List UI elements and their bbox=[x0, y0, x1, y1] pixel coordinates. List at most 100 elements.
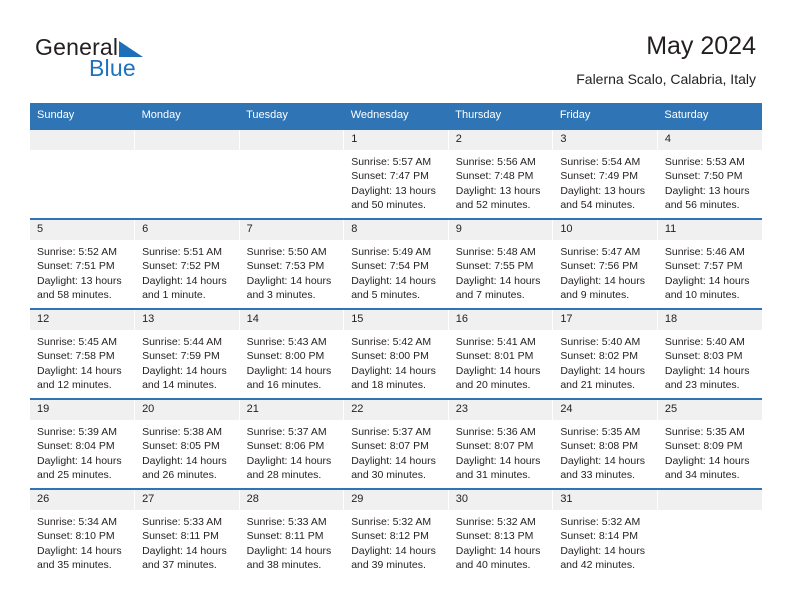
day-number: 1 bbox=[344, 130, 448, 150]
calendar-day-cell-empty bbox=[239, 128, 345, 219]
calendar-day-cell[interactable]: 18 Sunrise: 5:40 AM Sunset: 8:03 PM Dayligh… bbox=[657, 308, 762, 399]
day-number: 30 bbox=[448, 490, 553, 510]
daylight-duration-line1: Daylight: 14 hours bbox=[351, 274, 436, 287]
calendar-day-cell[interactable]: 1 Sunrise: 5:57 AM Sunset: 7:47 PM Daylight… bbox=[343, 128, 449, 219]
calendar-day-cell[interactable]: 16 Sunrise: 5:41 AM Sunset: 8:01 PM Dayligh… bbox=[448, 308, 554, 399]
daylight-duration-line1: Daylight: 14 hours bbox=[560, 454, 645, 467]
sunset-time: Sunset: 8:03 PM bbox=[664, 350, 743, 363]
sunrise-time: Sunrise: 5:48 AM bbox=[455, 246, 536, 258]
calendar-day-cell[interactable]: 25 Sunrise: 5:35 AM Sunset: 8:09 PM Dayligh… bbox=[657, 398, 762, 489]
daylight-duration-line1: Daylight: 14 hours bbox=[664, 364, 750, 377]
day-details: Sunrise: 5:38 AM Sunset: 8:05 PM Daylight:… bbox=[135, 420, 239, 482]
day-number: 26 bbox=[30, 490, 135, 510]
sunrise-time: Sunrise: 5:41 AM bbox=[455, 336, 536, 348]
daylight-duration-line1: Daylight: 14 hours bbox=[455, 544, 541, 557]
logo-text-blue: Blue bbox=[89, 55, 136, 81]
daylight-duration-line2: and 12 minutes. bbox=[37, 378, 112, 391]
daylight-duration-line1: Daylight: 13 hours bbox=[455, 184, 541, 197]
calendar-day-cell-empty bbox=[30, 128, 136, 219]
weekday-header-friday: Friday bbox=[552, 103, 658, 129]
calendar-day-cell[interactable]: 12 Sunrise: 5:45 AM Sunset: 7:58 PM Dayligh… bbox=[30, 308, 136, 399]
sunrise-time: Sunrise: 5:32 AM bbox=[455, 516, 536, 528]
weekday-header-tuesday: Tuesday bbox=[239, 103, 344, 129]
sunrise-time: Sunrise: 5:40 AM bbox=[560, 336, 641, 348]
sunrise-time: Sunrise: 5:33 AM bbox=[246, 516, 327, 528]
title-block: May 2024 Falerna Scalo, Calabria, Italy bbox=[576, 32, 756, 87]
daylight-duration-line1: Daylight: 14 hours bbox=[455, 274, 541, 287]
daylight-duration-line2: and 38 minutes. bbox=[246, 558, 322, 571]
calendar-week-row: 5 Sunrise: 5:52 AM Sunset: 7:51 PM Daylight… bbox=[30, 218, 762, 309]
calendar-week-row: 19 Sunrise: 5:39 AM Sunset: 8:04 PM Dayligh… bbox=[30, 398, 762, 489]
calendar-day-cell[interactable]: 17 Sunrise: 5:40 AM Sunset: 8:02 PM Dayligh… bbox=[552, 308, 658, 399]
calendar-day-cell[interactable]: 19 Sunrise: 5:39 AM Sunset: 8:04 PM Dayligh… bbox=[30, 398, 136, 489]
calendar-week-row: 12 Sunrise: 5:45 AM Sunset: 7:58 PM Dayligh… bbox=[30, 308, 762, 399]
day-number: 8 bbox=[344, 220, 448, 240]
day-number: 10 bbox=[553, 220, 657, 240]
general-blue-logo[interactable]: General Blue bbox=[35, 36, 235, 86]
daylight-duration-line2: and 14 minutes. bbox=[142, 378, 217, 391]
calendar-day-cell[interactable]: 26 Sunrise: 5:34 AM Sunset: 8:10 PM Dayligh… bbox=[30, 488, 136, 578]
daylight-duration-line1: Daylight: 14 hours bbox=[560, 364, 645, 377]
calendar-day-cell[interactable]: 15 Sunrise: 5:42 AM Sunset: 8:00 PM Dayligh… bbox=[343, 308, 449, 399]
calendar-day-cell[interactable]: 22 Sunrise: 5:37 AM Sunset: 8:07 PM Dayligh… bbox=[343, 398, 449, 489]
sunset-time: Sunset: 8:05 PM bbox=[142, 440, 220, 453]
sunrise-time: Sunrise: 5:32 AM bbox=[351, 516, 432, 528]
calendar-day-cell[interactable]: 24 Sunrise: 5:35 AM Sunset: 8:08 PM Dayligh… bbox=[552, 398, 658, 489]
calendar-body: 1 Sunrise: 5:57 AM Sunset: 7:47 PM Daylight… bbox=[30, 128, 762, 578]
calendar-day-cell[interactable]: 14 Sunrise: 5:43 AM Sunset: 8:00 PM Dayligh… bbox=[239, 308, 345, 399]
calendar-day-cell-empty bbox=[657, 488, 762, 578]
sunset-time: Sunset: 7:47 PM bbox=[351, 170, 429, 183]
sunset-time: Sunset: 8:09 PM bbox=[664, 440, 743, 453]
calendar-day-cell[interactable]: 21 Sunrise: 5:37 AM Sunset: 8:06 PM Dayligh… bbox=[239, 398, 345, 489]
day-details: Sunrise: 5:39 AM Sunset: 8:04 PM Daylight:… bbox=[30, 420, 134, 482]
day-number: 7 bbox=[239, 220, 344, 240]
day-details: Sunrise: 5:42 AM Sunset: 8:00 PM Daylight:… bbox=[344, 330, 448, 392]
daylight-duration-line1: Daylight: 14 hours bbox=[351, 544, 436, 557]
calendar-day-cell[interactable]: 3 Sunrise: 5:54 AM Sunset: 7:49 PM Daylight… bbox=[552, 128, 658, 219]
calendar-day-cell[interactable]: 28 Sunrise: 5:33 AM Sunset: 8:11 PM Dayligh… bbox=[239, 488, 345, 578]
weekday-header-wednesday: Wednesday bbox=[343, 103, 449, 129]
calendar-week-row: 1 Sunrise: 5:57 AM Sunset: 7:47 PM Daylight… bbox=[30, 128, 762, 219]
weekday-header-monday: Monday bbox=[134, 103, 240, 129]
calendar-day-cell[interactable]: 6 Sunrise: 5:51 AM Sunset: 7:52 PM Daylight… bbox=[134, 218, 240, 309]
weekday-header-saturday: Saturday bbox=[657, 103, 762, 129]
day-details: Sunrise: 5:35 AM Sunset: 8:09 PM Daylight:… bbox=[658, 420, 762, 482]
daylight-duration-line1: Daylight: 14 hours bbox=[455, 364, 541, 377]
calendar-header-row: Sunday Monday Tuesday Wednesday Thursday… bbox=[30, 103, 762, 129]
sunset-time: Sunset: 8:07 PM bbox=[351, 440, 429, 453]
daylight-duration-line2: and 56 minutes. bbox=[664, 198, 740, 211]
calendar-day-cell[interactable]: 7 Sunrise: 5:50 AM Sunset: 7:53 PM Daylight… bbox=[239, 218, 345, 309]
calendar-day-cell[interactable]: 30 Sunrise: 5:32 AM Sunset: 8:13 PM Dayligh… bbox=[448, 488, 554, 578]
calendar-day-cell[interactable]: 4 Sunrise: 5:53 AM Sunset: 7:50 PM Daylight… bbox=[657, 128, 762, 219]
calendar-day-cell[interactable]: 5 Sunrise: 5:52 AM Sunset: 7:51 PM Daylight… bbox=[30, 218, 136, 309]
day-details: Sunrise: 5:44 AM Sunset: 7:59 PM Daylight:… bbox=[135, 330, 239, 392]
calendar-day-cell[interactable]: 27 Sunrise: 5:33 AM Sunset: 8:11 PM Dayligh… bbox=[134, 488, 240, 578]
day-details: Sunrise: 5:53 AM Sunset: 7:50 PM Daylight:… bbox=[658, 150, 762, 212]
day-number: 23 bbox=[448, 400, 553, 420]
sunrise-time: Sunrise: 5:35 AM bbox=[560, 426, 641, 438]
daylight-duration-line1: Daylight: 13 hours bbox=[560, 184, 645, 197]
daylight-duration-line2: and 52 minutes. bbox=[455, 198, 531, 211]
calendar-day-cell[interactable]: 11 Sunrise: 5:46 AM Sunset: 7:57 PM Dayligh… bbox=[657, 218, 762, 309]
calendar-day-cell-empty bbox=[134, 128, 240, 219]
day-number: 19 bbox=[30, 400, 135, 420]
sunset-time: Sunset: 8:13 PM bbox=[455, 530, 534, 543]
calendar-day-cell[interactable]: 2 Sunrise: 5:56 AM Sunset: 7:48 PM Daylight… bbox=[448, 128, 554, 219]
daylight-duration-line1: Daylight: 14 hours bbox=[37, 364, 122, 377]
calendar-day-cell[interactable]: 9 Sunrise: 5:48 AM Sunset: 7:55 PM Daylight… bbox=[448, 218, 554, 309]
day-number: 16 bbox=[448, 310, 553, 330]
daylight-duration-line2: and 30 minutes. bbox=[351, 468, 426, 481]
calendar-day-cell[interactable]: 23 Sunrise: 5:36 AM Sunset: 8:07 PM Dayligh… bbox=[448, 398, 554, 489]
calendar-day-cell[interactable]: 10 Sunrise: 5:47 AM Sunset: 7:56 PM Dayligh… bbox=[552, 218, 658, 309]
calendar-day-cell[interactable]: 29 Sunrise: 5:32 AM Sunset: 8:12 PM Dayligh… bbox=[343, 488, 449, 578]
calendar-day-cell[interactable]: 20 Sunrise: 5:38 AM Sunset: 8:05 PM Dayligh… bbox=[134, 398, 240, 489]
sunrise-time: Sunrise: 5:53 AM bbox=[664, 156, 745, 168]
daylight-duration-line1: Daylight: 14 hours bbox=[142, 454, 227, 467]
daylight-duration-line2: and 28 minutes. bbox=[246, 468, 322, 481]
daylight-duration-line2: and 26 minutes. bbox=[142, 468, 217, 481]
calendar-day-cell[interactable]: 8 Sunrise: 5:49 AM Sunset: 7:54 PM Daylight… bbox=[343, 218, 449, 309]
sunset-time: Sunset: 7:57 PM bbox=[664, 260, 743, 273]
calendar-day-cell[interactable]: 31 Sunrise: 5:32 AM Sunset: 8:14 PM Dayligh… bbox=[552, 488, 658, 578]
page-header: General Blue May 2024 Falerna Scalo, Cal… bbox=[0, 0, 792, 100]
calendar-day-cell[interactable]: 13 Sunrise: 5:44 AM Sunset: 7:59 PM Dayligh… bbox=[134, 308, 240, 399]
